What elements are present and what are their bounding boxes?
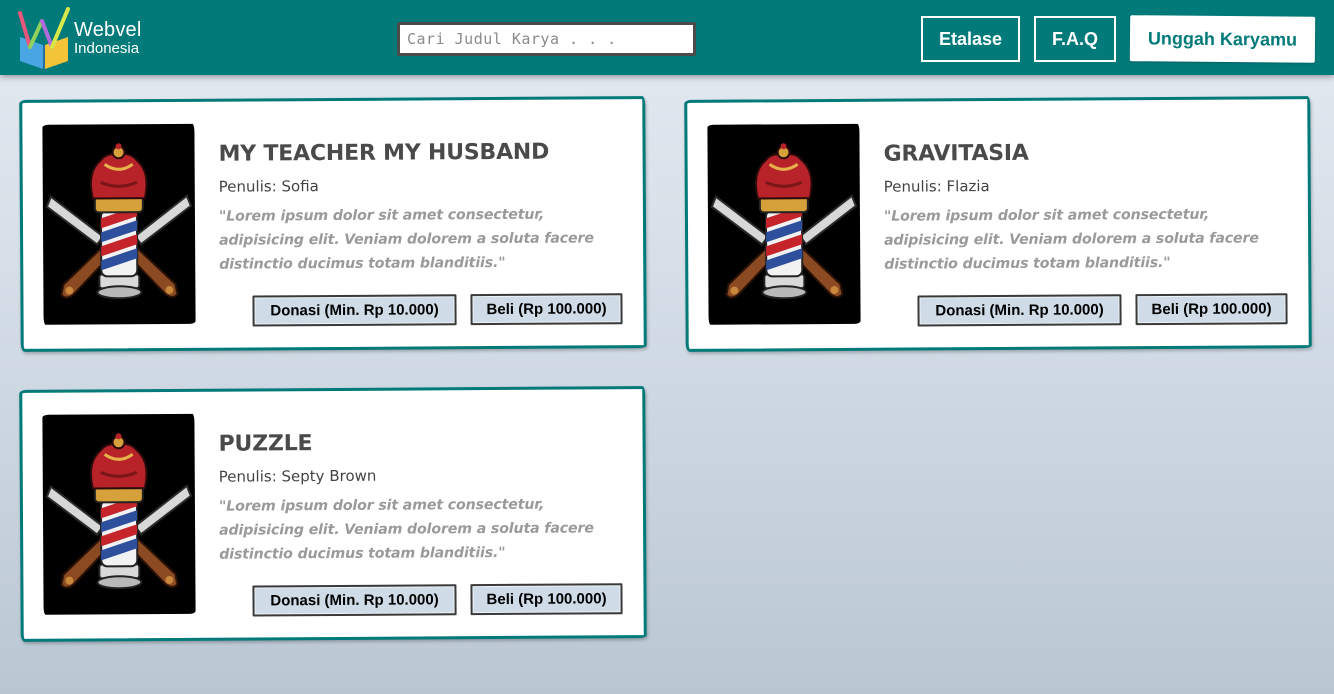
barber-pole-crown-icon [707,124,860,325]
book-title[interactable]: PUZZLE [218,431,312,457]
book-card: MY TEACHER MY HUSBAND Penulis: Sofia "Lo… [19,96,647,352]
donate-button[interactable]: Donasi (Min. Rp 10.000) [252,294,457,327]
barber-pole-crown-icon [42,414,195,615]
book-card: GRAVITASIA Penulis: Flazia "Lorem ipsum … [684,96,1312,352]
upload-work-button[interactable]: Unggah Karyamu [1129,15,1316,63]
top-navbar: Webvel Indonesia Etalase F.A.Q Unggah Ka… [0,0,1334,75]
book-author: Penulis: Flazia [883,177,990,196]
logo-title: Webvel [74,19,142,41]
buy-button[interactable]: Beli (Rp 100.000) [470,293,623,326]
search-input[interactable] [397,22,696,56]
donate-button[interactable]: Donasi (Min. Rp 10.000) [917,294,1122,327]
barber-pole-crown-icon [42,124,195,325]
book-author: Penulis: Septy Brown [218,466,377,486]
brand-logo[interactable]: Webvel Indonesia [16,6,156,70]
donate-button[interactable]: Donasi (Min. Rp 10.000) [252,584,457,617]
book-author: Penulis: Sofia [218,177,319,196]
book-title[interactable]: MY TEACHER MY HUSBAND [218,140,549,167]
book-synopsis: "Lorem ipsum dolor sit amet consectetur,… [218,206,594,273]
book-cover-image[interactable] [42,413,196,615]
buy-button[interactable]: Beli (Rp 100.000) [1135,293,1288,326]
book-card: PUZZLE Penulis: Septy Brown "Lorem ipsum… [19,386,647,642]
book-synopsis: "Lorem ipsum dolor sit amet consectetur,… [883,206,1259,273]
logo-subtitle: Indonesia [74,40,140,57]
book-title[interactable]: GRAVITASIA [883,141,1028,167]
logo-book-icon [18,7,70,69]
book-synopsis: "Lorem ipsum dolor sit amet consectetur,… [218,496,594,563]
book-cover-image[interactable] [42,123,196,325]
buy-button[interactable]: Beli (Rp 100.000) [470,583,623,616]
nav-etalase-button[interactable]: Etalase [921,16,1020,62]
book-cover-image[interactable] [707,123,861,325]
nav-faq-button[interactable]: F.A.Q [1034,16,1116,62]
